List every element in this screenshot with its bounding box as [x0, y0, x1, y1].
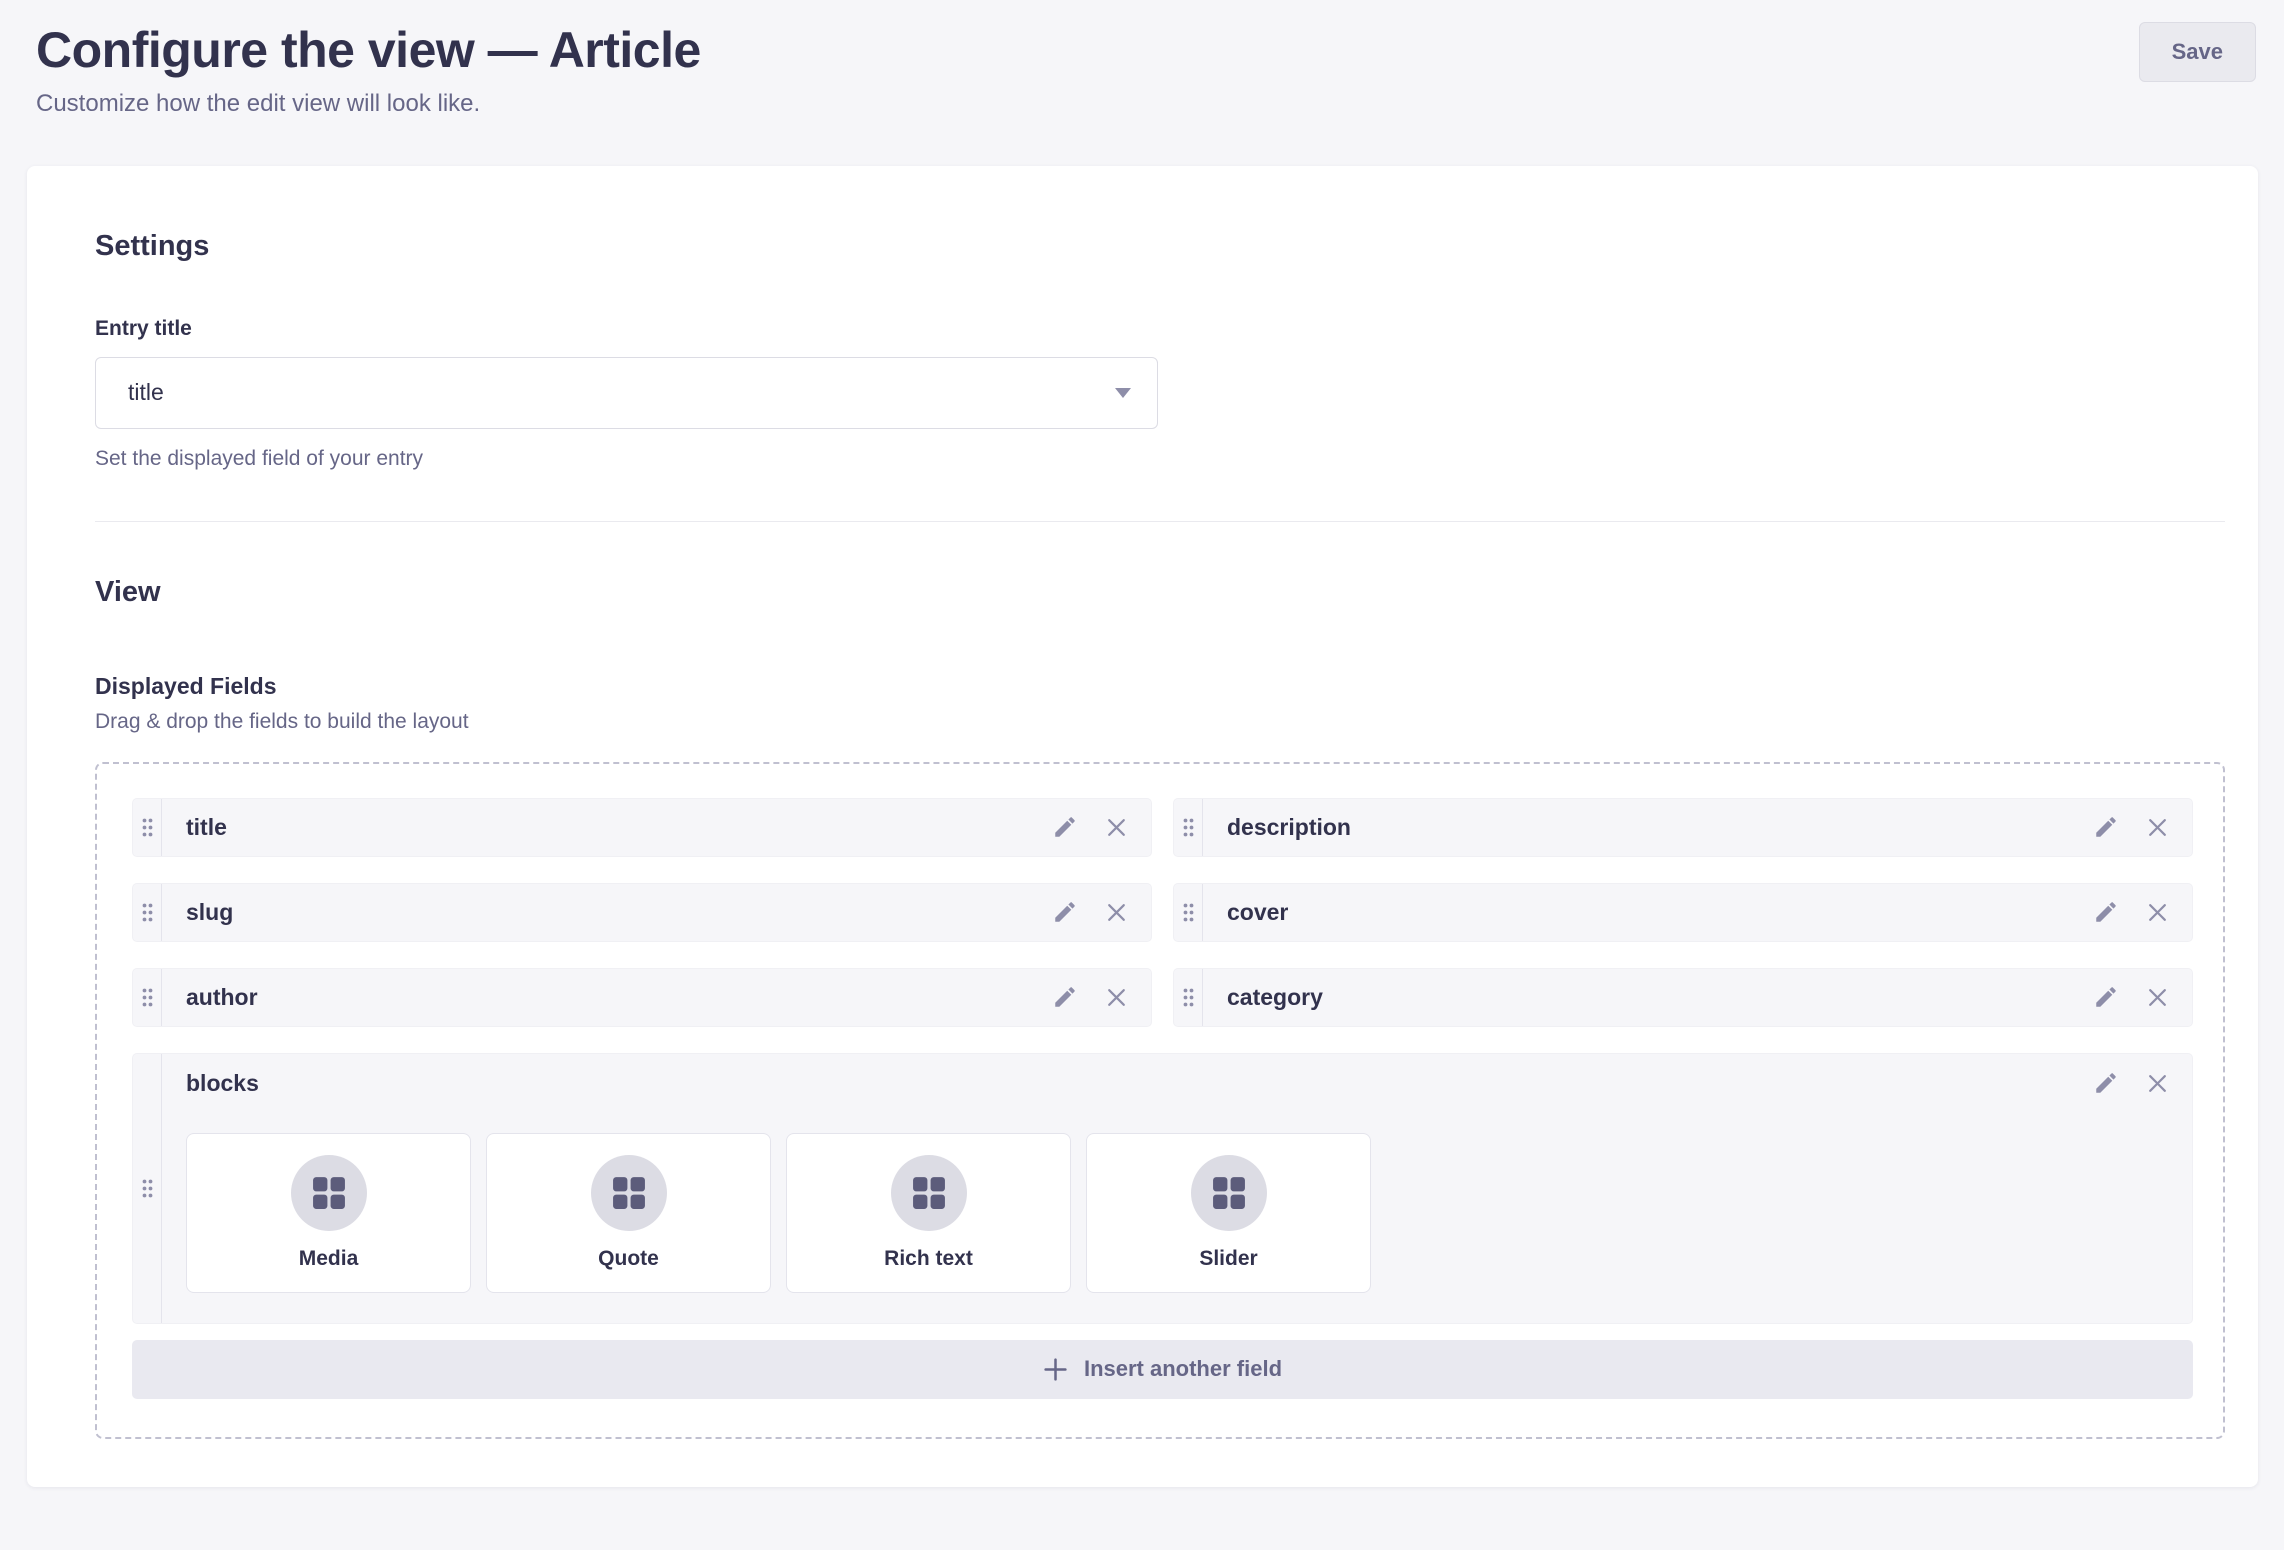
- field-label: author: [162, 984, 1052, 1011]
- page-subtitle: Customize how the edit view will look li…: [36, 90, 701, 118]
- pencil-icon: [2093, 1070, 2119, 1096]
- field-label: cover: [1203, 899, 2093, 926]
- page-header-text: Configure the view — Article Customize h…: [36, 22, 701, 118]
- edit-field-button[interactable]: [1052, 814, 1078, 840]
- remove-field-button[interactable]: [2145, 900, 2170, 925]
- edit-field-button[interactable]: [2093, 984, 2119, 1010]
- close-icon: [1104, 900, 1129, 925]
- edit-field-button[interactable]: [1052, 984, 1078, 1010]
- field-label: description: [1203, 814, 2093, 841]
- drag-handle-dots-icon: [1181, 816, 1196, 839]
- component-grid-icon: [612, 1176, 646, 1210]
- entry-title-hint: Set the displayed field of your entry: [95, 447, 2225, 471]
- blocks-field-label: blocks: [186, 1070, 259, 1097]
- drag-handle-dots-icon: [1181, 986, 1196, 1009]
- component-icon-circle: [1191, 1155, 1267, 1231]
- close-icon: [1104, 985, 1129, 1010]
- edit-field-button[interactable]: [1052, 899, 1078, 925]
- remove-field-button[interactable]: [2145, 815, 2170, 840]
- insert-another-field-button[interactable]: Insert another field: [132, 1340, 2193, 1399]
- pencil-icon: [2093, 814, 2119, 840]
- remove-field-button[interactable]: [2145, 985, 2170, 1010]
- entry-title-select-value: title: [128, 379, 164, 406]
- drag-handle-dots-icon: [140, 901, 155, 924]
- pencil-icon: [1052, 984, 1078, 1010]
- field-row[interactable]: description: [1173, 798, 2193, 857]
- field-row[interactable]: cover: [1173, 883, 2193, 942]
- drag-handle[interactable]: [1174, 799, 1203, 856]
- close-icon: [2145, 815, 2170, 840]
- drag-handle[interactable]: [1174, 884, 1203, 941]
- edit-field-button[interactable]: [2093, 814, 2119, 840]
- plus-icon: [1043, 1357, 1068, 1382]
- component-grid-icon: [312, 1176, 346, 1210]
- drag-handle[interactable]: [133, 1054, 162, 1323]
- section-divider: [95, 521, 2225, 522]
- page-title: Configure the view — Article: [36, 22, 701, 80]
- insert-another-field-label: Insert another field: [1084, 1356, 1282, 1382]
- component-icon-circle: [291, 1155, 367, 1231]
- edit-field-button[interactable]: [2093, 1070, 2119, 1096]
- field-row[interactable]: title: [132, 798, 1152, 857]
- close-icon: [2145, 985, 2170, 1010]
- pencil-icon: [2093, 899, 2119, 925]
- field-label: category: [1203, 984, 2093, 1011]
- remove-field-button[interactable]: [1104, 985, 1129, 1010]
- field-label: title: [162, 814, 1052, 841]
- edit-field-button[interactable]: [2093, 899, 2119, 925]
- component-label: Media: [299, 1247, 359, 1271]
- field-row[interactable]: slug: [132, 883, 1152, 942]
- component-icon-circle: [591, 1155, 667, 1231]
- configuration-card: Settings Entry title title Set the displ…: [27, 166, 2258, 1487]
- remove-field-button[interactable]: [1104, 815, 1129, 840]
- entry-title-select[interactable]: title: [95, 357, 1158, 429]
- component-grid-icon: [912, 1176, 946, 1210]
- blocks-content: blocks Media: [162, 1054, 2192, 1323]
- settings-heading: Settings: [95, 230, 2225, 263]
- component-label: Slider: [1199, 1247, 1257, 1271]
- close-icon: [2145, 900, 2170, 925]
- drag-handle[interactable]: [133, 799, 162, 856]
- page-header: Configure the view — Article Customize h…: [0, 0, 2284, 118]
- pencil-icon: [1052, 899, 1078, 925]
- displayed-fields-hint: Drag & drop the fields to build the layo…: [95, 710, 2225, 734]
- field-row[interactable]: author: [132, 968, 1152, 1027]
- component-label: Quote: [598, 1247, 659, 1271]
- displayed-fields-heading: Displayed Fields: [95, 673, 2225, 700]
- view-heading: View: [95, 576, 2225, 609]
- drag-handle[interactable]: [1174, 969, 1203, 1026]
- chevron-down-icon: [1115, 388, 1131, 398]
- pencil-icon: [1052, 814, 1078, 840]
- drag-handle[interactable]: [133, 884, 162, 941]
- drag-handle-dots-icon: [140, 986, 155, 1009]
- component-icon-circle: [891, 1155, 967, 1231]
- drag-handle[interactable]: [133, 969, 162, 1026]
- pencil-icon: [2093, 984, 2119, 1010]
- remove-field-button[interactable]: [1104, 900, 1129, 925]
- close-icon: [2145, 1071, 2170, 1096]
- drag-handle-dots-icon: [140, 816, 155, 839]
- drag-handle-dots-icon: [140, 1177, 155, 1200]
- remove-field-button[interactable]: [2145, 1071, 2170, 1096]
- component-grid-icon: [1212, 1176, 1246, 1210]
- field-label: slug: [162, 899, 1052, 926]
- blocks-field-row[interactable]: blocks Media: [132, 1053, 2193, 1324]
- field-row[interactable]: category: [1173, 968, 2193, 1027]
- component-card[interactable]: Quote: [486, 1133, 771, 1293]
- save-button[interactable]: Save: [2139, 22, 2256, 82]
- drag-handle-dots-icon: [1181, 901, 1196, 924]
- fields-grid: title description: [132, 798, 2193, 1027]
- fields-dropzone: title description: [95, 762, 2225, 1439]
- entry-title-label: Entry title: [95, 317, 2225, 341]
- close-icon: [1104, 815, 1129, 840]
- component-card[interactable]: Rich text: [786, 1133, 1071, 1293]
- component-label: Rich text: [884, 1247, 973, 1271]
- component-card[interactable]: Media: [186, 1133, 471, 1293]
- component-card[interactable]: Slider: [1086, 1133, 1371, 1293]
- components-row: Media Quote Rich text: [186, 1133, 2170, 1293]
